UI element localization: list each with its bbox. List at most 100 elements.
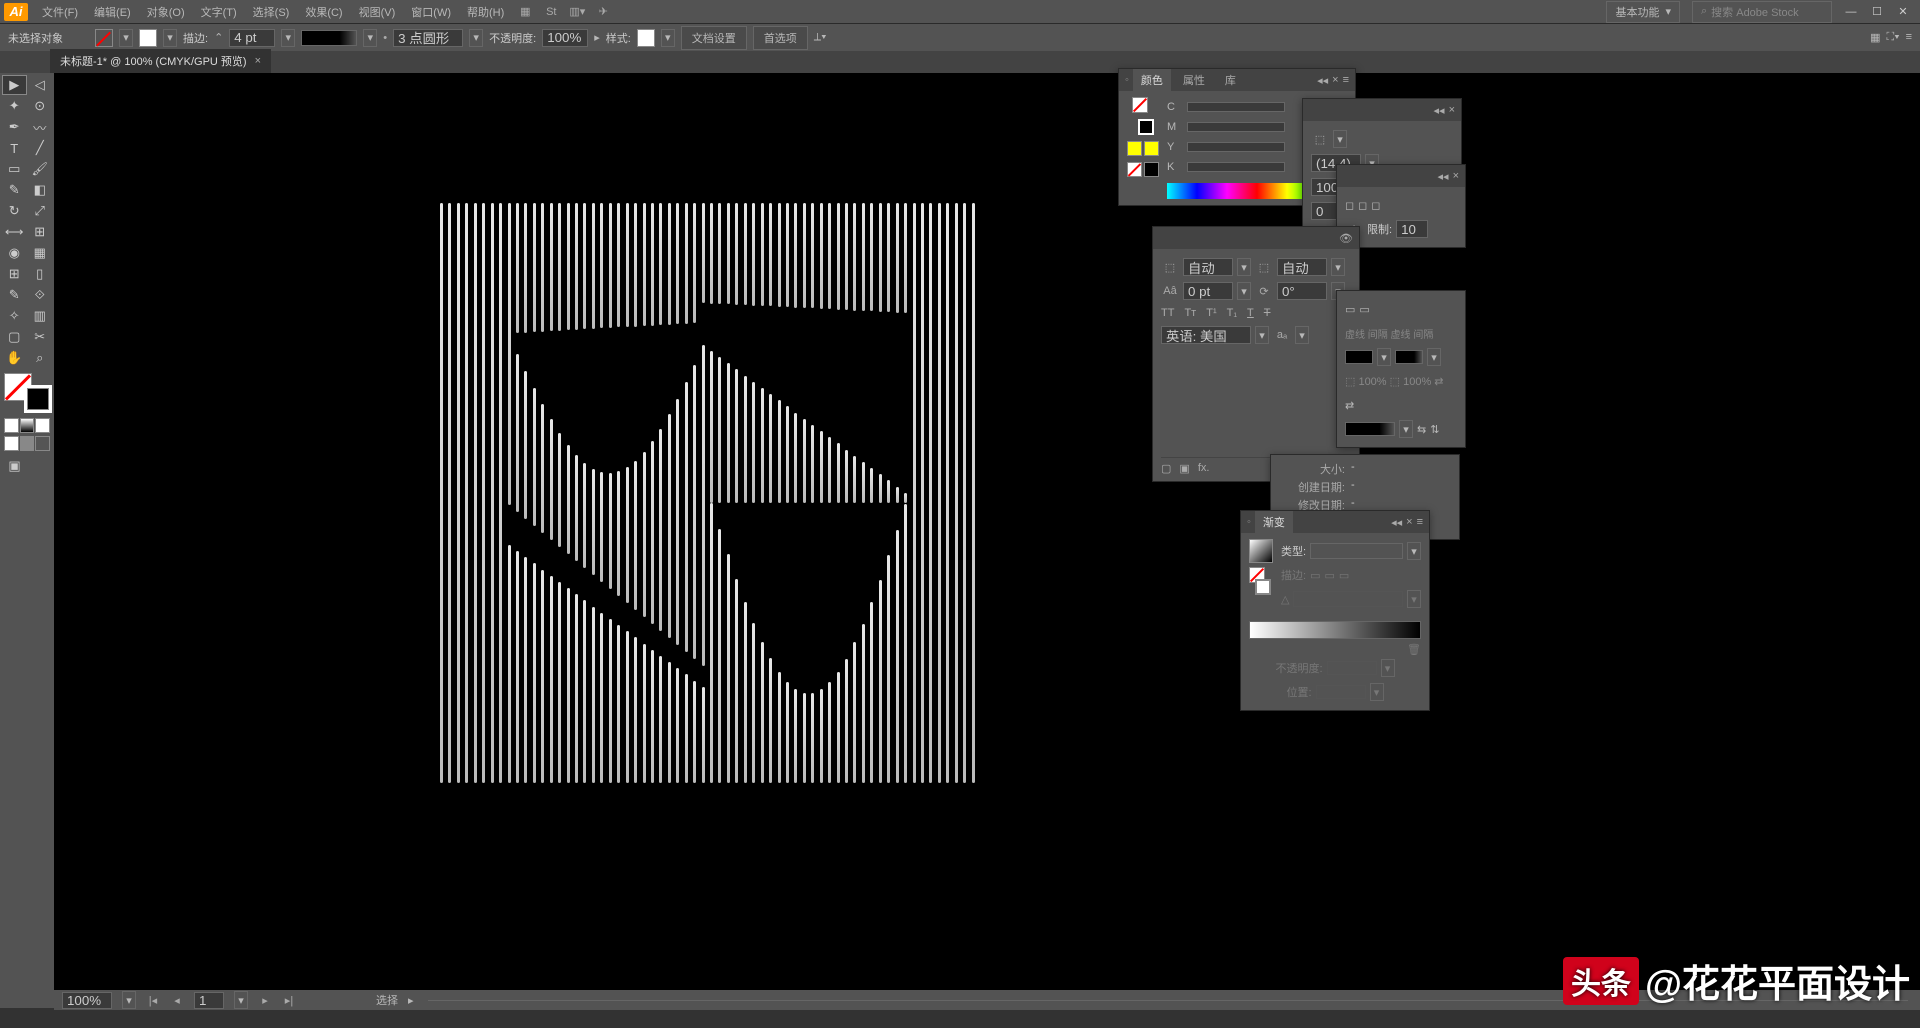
- clip-icon[interactable]: ▢: [1161, 462, 1171, 475]
- workspace-switcher[interactable]: 基本功能 ▾: [1606, 1, 1680, 23]
- aa-dd[interactable]: ▾: [1295, 326, 1309, 344]
- free-transform-tool[interactable]: ⊞: [28, 222, 53, 242]
- menu-help[interactable]: 帮助(H): [459, 1, 512, 23]
- flip-v-icon[interactable]: ⇅: [1430, 423, 1439, 436]
- selection-tool[interactable]: ▶: [2, 75, 27, 95]
- grad-stroke-3[interactable]: ▭: [1339, 569, 1349, 582]
- rectangle-tool[interactable]: ▭: [2, 159, 27, 179]
- paintbrush-tool[interactable]: 🖌: [28, 159, 53, 179]
- mask-icon[interactable]: ▣: [1179, 462, 1189, 475]
- blend-tool[interactable]: ⟐: [28, 285, 53, 305]
- draw-normal[interactable]: [4, 436, 19, 451]
- next-artboard[interactable]: ▸: [258, 994, 272, 1007]
- screen-mode[interactable]: ▣: [2, 456, 27, 476]
- collapse-icon[interactable]: ◂◂: [1317, 74, 1328, 87]
- canvas[interactable]: [54, 73, 1920, 1008]
- color-mode[interactable]: [4, 418, 19, 433]
- type-tool[interactable]: T: [2, 138, 27, 158]
- opacity-arrow[interactable]: ▸: [594, 31, 600, 44]
- draw-behind[interactable]: [20, 436, 35, 451]
- lasso-tool[interactable]: ⊙: [28, 96, 53, 116]
- arrow-start[interactable]: [1345, 350, 1373, 364]
- tab-close-icon[interactable]: ×: [255, 55, 261, 67]
- small-caps[interactable]: Tᴛ: [1184, 307, 1196, 319]
- curvature-tool[interactable]: 〰: [28, 117, 53, 137]
- width-tool[interactable]: ⟷: [2, 222, 27, 242]
- menu-window[interactable]: 窗口(W): [403, 1, 459, 23]
- style-swatch[interactable]: [637, 29, 655, 47]
- menu-object[interactable]: 对象(O): [139, 1, 193, 23]
- window-maximize[interactable]: ☐: [1864, 3, 1890, 21]
- zoom-tool[interactable]: ⌕: [28, 348, 53, 368]
- document-setup-button[interactable]: 文档设置: [681, 26, 747, 50]
- attributes-tab[interactable]: 属性: [1175, 69, 1213, 91]
- draw-inside[interactable]: [35, 436, 50, 451]
- align-icon[interactable]: ≡: [1906, 31, 1912, 44]
- swap-icon[interactable]: ⇄: [1345, 399, 1354, 412]
- menu-file[interactable]: 文件(F): [34, 1, 86, 23]
- snap-icon[interactable]: ▦: [1870, 31, 1880, 44]
- symbol-sprayer-tool[interactable]: ✧: [2, 306, 27, 326]
- ae-dd[interactable]: ▾: [1427, 348, 1441, 366]
- fill-swatch[interactable]: [95, 29, 113, 47]
- menu-view[interactable]: 视图(V): [351, 1, 404, 23]
- zoom-input[interactable]: [62, 992, 112, 1009]
- none-mode[interactable]: [35, 418, 50, 433]
- language-select[interactable]: [1161, 326, 1251, 344]
- stroke-weight-input[interactable]: [229, 29, 275, 47]
- close-icon[interactable]: ×: [1449, 104, 1455, 117]
- k-slider[interactable]: [1187, 162, 1285, 172]
- underline[interactable]: T: [1247, 307, 1254, 319]
- dash-icon-2[interactable]: ▭: [1359, 303, 1369, 316]
- zoom-dd[interactable]: ▾: [122, 991, 136, 1009]
- stock-icon[interactable]: St: [541, 4, 561, 20]
- perspective-icon[interactable]: ⛶▾: [1887, 31, 1900, 44]
- swatch-none[interactable]: [1127, 162, 1142, 177]
- slice-tool[interactable]: ✂: [28, 327, 53, 347]
- mesh-tool[interactable]: ⊞: [2, 264, 27, 284]
- rotate-tool[interactable]: ↻: [2, 201, 27, 221]
- line-segment-tool[interactable]: ╱: [28, 138, 53, 158]
- lang-dd[interactable]: ▾: [1255, 326, 1269, 344]
- preferences-button[interactable]: 首选项: [753, 26, 808, 50]
- track-dd[interactable]: ▾: [1331, 258, 1345, 276]
- go-dd[interactable]: ▾: [1381, 659, 1395, 677]
- superscript[interactable]: T¹: [1206, 307, 1216, 319]
- subscript[interactable]: T₁: [1227, 307, 1237, 319]
- stroke-dropdown[interactable]: ▾: [163, 29, 177, 47]
- collapse-icon[interactable]: ◂◂: [1391, 516, 1402, 529]
- brush-input[interactable]: [393, 29, 463, 47]
- prev-artboard[interactable]: ◂: [170, 994, 184, 1007]
- first-artboard[interactable]: |◂: [146, 994, 160, 1007]
- swatch-black[interactable]: [1144, 162, 1159, 177]
- stroke-weight-dd[interactable]: ▾: [281, 29, 295, 47]
- stroke-color[interactable]: [24, 385, 52, 413]
- gradient-thumbnail[interactable]: [1249, 539, 1273, 563]
- gradient-type-select[interactable]: [1310, 543, 1403, 559]
- pen-tool[interactable]: ✒: [2, 117, 27, 137]
- close-icon[interactable]: ×: [1332, 74, 1338, 87]
- menu-type[interactable]: 文字(T): [193, 1, 245, 23]
- as-dd[interactable]: ▾: [1377, 348, 1391, 366]
- grad-position-input[interactable]: [1316, 685, 1366, 699]
- prof-dd[interactable]: ▾: [1399, 420, 1413, 438]
- artboard-number[interactable]: [194, 992, 224, 1009]
- eye-icon[interactable]: 👁: [1339, 232, 1353, 245]
- bs-dd[interactable]: ▾: [1237, 282, 1251, 300]
- scale-tool[interactable]: ⤢: [28, 201, 53, 221]
- menu-select[interactable]: 选择(S): [245, 1, 298, 23]
- arrange-icon[interactable]: ▥▾: [567, 4, 587, 20]
- gradient-ramp[interactable]: [1249, 621, 1421, 639]
- libraries-tab[interactable]: 库: [1217, 69, 1244, 91]
- collapse-icon[interactable]: ◂◂: [1438, 170, 1449, 183]
- align-flyout-icon[interactable]: ⟂▾: [814, 31, 827, 44]
- grad-stroke-2[interactable]: ▭: [1324, 569, 1334, 582]
- menu-effect[interactable]: 效果(C): [297, 1, 350, 23]
- status-arrow[interactable]: ▸: [408, 994, 414, 1007]
- window-close[interactable]: ✕: [1890, 3, 1916, 21]
- gp-dd[interactable]: ▾: [1370, 683, 1384, 701]
- panel-menu-icon[interactable]: ≡: [1343, 74, 1349, 87]
- stroke-swatch[interactable]: [139, 29, 157, 47]
- grad-stroke-1[interactable]: ▭: [1310, 569, 1320, 582]
- fill-stroke-control[interactable]: [4, 373, 52, 413]
